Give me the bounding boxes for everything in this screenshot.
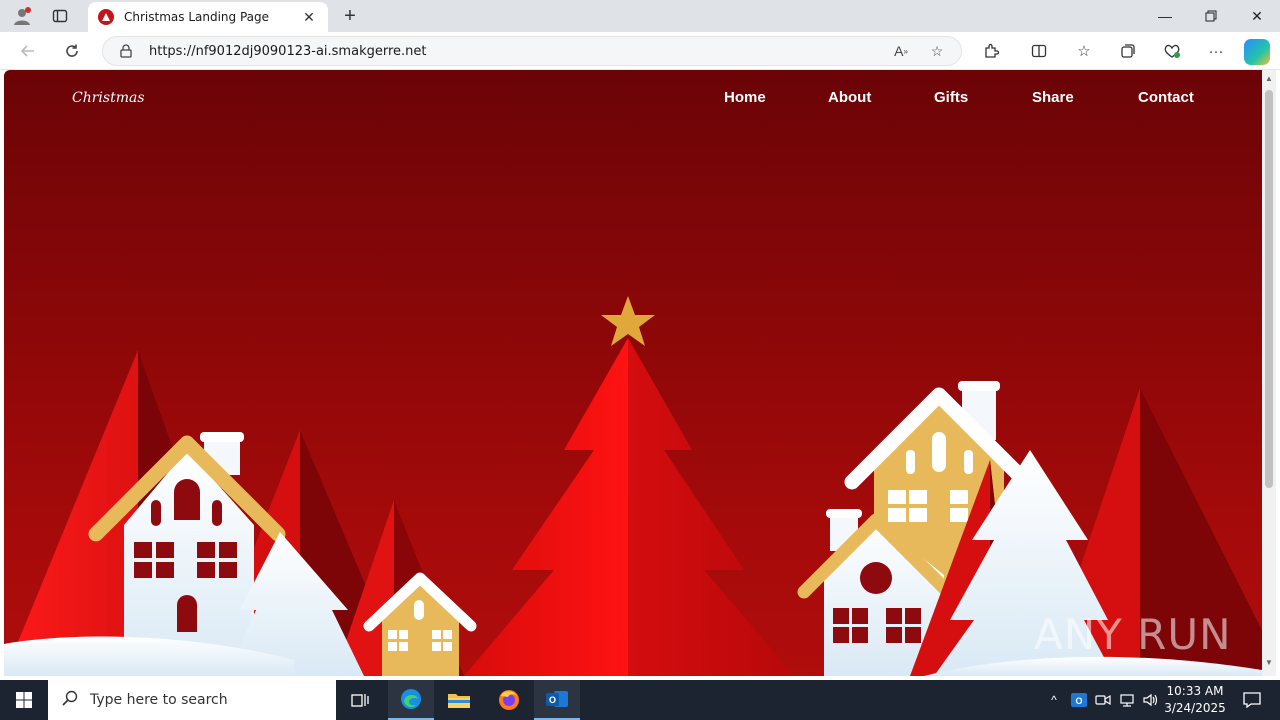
- task-view-icon[interactable]: [337, 680, 383, 720]
- page-scrollbar[interactable]: ▲ ▼: [1262, 70, 1276, 676]
- volume-icon[interactable]: [1140, 680, 1162, 720]
- taskbar-search-box[interactable]: Type here to search: [48, 680, 336, 720]
- split-screen-icon[interactable]: [1025, 39, 1053, 63]
- close-window-icon[interactable]: ✕: [1234, 0, 1280, 32]
- refresh-icon[interactable]: [58, 39, 86, 63]
- firefox-icon[interactable]: [486, 680, 532, 720]
- profile-icon[interactable]: [8, 4, 36, 28]
- meet-now-icon[interactable]: [1092, 680, 1114, 720]
- site-brand-logo[interactable]: Christmas: [72, 90, 145, 106]
- url-text[interactable]: https://nf9012dj9090123-ai.smakgerre.net: [149, 44, 889, 59]
- outlook-tray-icon[interactable]: O: [1068, 680, 1090, 720]
- file-explorer-icon[interactable]: [436, 680, 482, 720]
- search-placeholder: Type here to search: [90, 692, 228, 708]
- windows-start-icon[interactable]: [0, 680, 48, 720]
- svg-text:O: O: [1075, 696, 1082, 706]
- back-icon[interactable]: [14, 39, 42, 63]
- nav-link-gifts[interactable]: Gifts: [934, 89, 968, 106]
- nav-link-home[interactable]: Home: [724, 89, 766, 106]
- nav-link-about[interactable]: About: [828, 89, 871, 106]
- read-aloud-icon[interactable]: A»: [889, 39, 913, 63]
- lock-icon[interactable]: [119, 44, 133, 58]
- extensions-icon[interactable]: [977, 39, 1005, 63]
- nav-link-contact[interactable]: Contact: [1138, 89, 1194, 106]
- outlook-icon[interactable]: O: [534, 680, 580, 720]
- collections-icon[interactable]: [1114, 39, 1142, 63]
- page-viewport: Christmas Home About Gifts Share Contact…: [4, 70, 1262, 676]
- restore-icon[interactable]: [1188, 0, 1234, 32]
- network-icon[interactable]: [1116, 680, 1138, 720]
- show-hidden-icons-chevron-icon[interactable]: ^: [1044, 680, 1064, 720]
- tab-actions-icon[interactable]: [46, 4, 74, 28]
- site-navbar: Christmas Home About Gifts Share Contact: [4, 70, 1262, 126]
- favorite-add-icon[interactable]: ☆: [925, 39, 949, 63]
- browser-toolbar: https://nf9012dj9090123-ai.smakgerre.net…: [0, 32, 1280, 70]
- favorites-icon[interactable]: ☆: [1070, 39, 1098, 63]
- search-icon: [62, 690, 78, 710]
- address-bar[interactable]: https://nf9012dj9090123-ai.smakgerre.net…: [102, 36, 962, 66]
- taskbar-clock[interactable]: 10:33 AM 3/24/2025: [1160, 683, 1230, 717]
- close-tab-icon[interactable]: ✕: [300, 9, 318, 26]
- copilot-icon[interactable]: [1244, 39, 1270, 65]
- anyrun-watermark: ANY RUN: [1034, 610, 1232, 659]
- minimize-icon[interactable]: —: [1142, 0, 1188, 32]
- site-favicon-icon: [98, 9, 114, 25]
- svg-text:O: O: [549, 695, 556, 705]
- browser-essentials-icon[interactable]: [1158, 39, 1186, 63]
- clock-date: 3/24/2025: [1164, 701, 1226, 715]
- christmas-hero-illustration: [4, 296, 1262, 676]
- tab-title: Christmas Landing Page: [124, 10, 270, 24]
- more-icon[interactable]: ···: [1202, 39, 1230, 63]
- scroll-up-arrow-icon[interactable]: ▲: [1262, 74, 1276, 84]
- scroll-down-arrow-icon[interactable]: ▼: [1262, 658, 1276, 668]
- clock-time: 10:33 AM: [1166, 684, 1224, 698]
- windows-taskbar: Type here to search O ^ O 10:33 AM 3/24/…: [0, 680, 1280, 720]
- notification-center-icon[interactable]: [1232, 680, 1272, 720]
- browser-titlebar: Christmas Landing Page ✕ + — ✕: [0, 0, 1280, 32]
- new-tab-icon[interactable]: +: [338, 4, 362, 28]
- edge-taskbar-icon[interactable]: [388, 680, 434, 720]
- nav-link-share[interactable]: Share: [1032, 89, 1074, 106]
- scroll-thumb[interactable]: [1265, 90, 1273, 488]
- browser-tab-active[interactable]: Christmas Landing Page ✕: [88, 2, 328, 32]
